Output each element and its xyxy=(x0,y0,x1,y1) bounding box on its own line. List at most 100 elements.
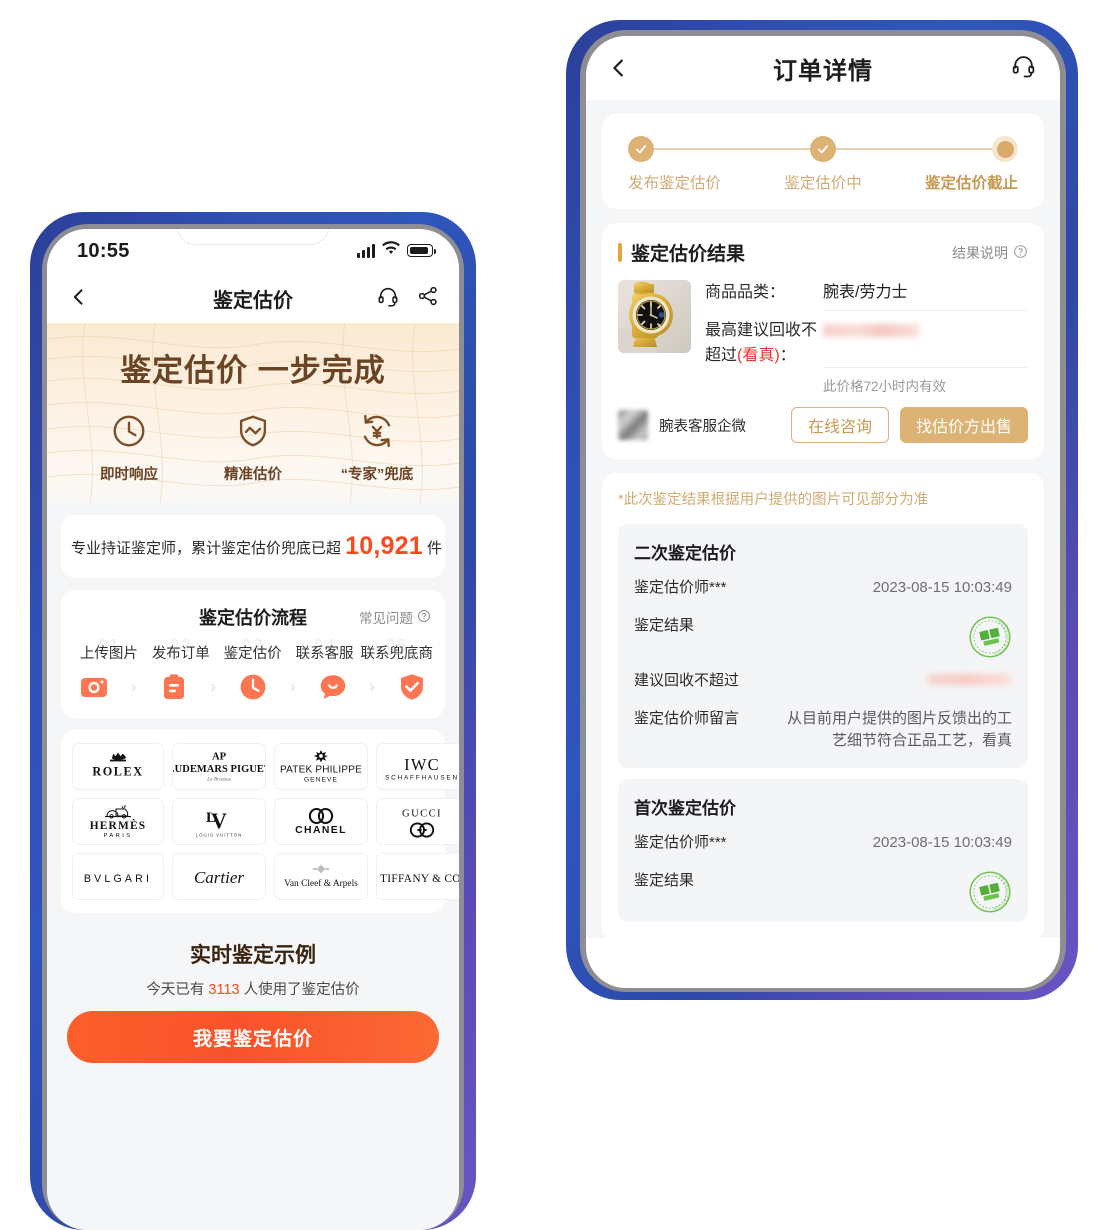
progress-step-3-dot xyxy=(992,136,1018,162)
brand-chanel[interactable]: CHANEL xyxy=(274,798,368,845)
share-icon[interactable] xyxy=(417,285,439,312)
svg-text:IDENTIFICATION: IDENTIFICATION xyxy=(993,874,1009,911)
brand-van-cleef-arpels[interactable]: Van Cleef & Arpels xyxy=(274,853,368,900)
appraisal-result-label: 鉴定结果 xyxy=(634,617,695,634)
progress-step-1-dot xyxy=(628,136,654,162)
progress-step-1-label: 发布鉴定估价 xyxy=(628,175,722,192)
appraisal-flow-card: 鉴定估价流程 常见问题 01 上传图片 02 发布订单 03 鉴定估价 04 联… xyxy=(61,590,445,718)
svg-text:Van Cleef & Arpels: Van Cleef & Arpels xyxy=(284,878,358,889)
wechat-qr-code[interactable] xyxy=(618,410,648,440)
flow-step: 01 上传图片 xyxy=(73,636,145,663)
result-explanation-link[interactable]: 结果说明 xyxy=(952,243,1028,263)
hero-feature-accurate: 精准估价 xyxy=(192,412,315,484)
chat-smile-icon[interactable] xyxy=(318,672,348,702)
svg-text:SCHAFFHAUSEN: SCHAFFHAUSEN xyxy=(385,774,459,781)
appraisal-result-card: 鉴定估价结果 结果说明 商品品类： 腕表/劳力士 最高建议回收不超过(看真)： … xyxy=(602,223,1044,459)
identification-stamp-green: IDENTIFICATION xyxy=(774,870,1012,914)
svg-text:HERMÈS: HERMÈS xyxy=(90,820,147,832)
progress-step-2-dot xyxy=(810,136,836,162)
shield-check-icon[interactable] xyxy=(397,672,427,702)
question-circle-icon xyxy=(417,609,431,626)
clipboard-icon[interactable] xyxy=(159,672,189,702)
appraiser-name-label: 鉴定估价师*** xyxy=(634,834,727,851)
chevron-left-icon[interactable] xyxy=(69,287,91,309)
progress-step-2-label: 鉴定估价中 xyxy=(784,175,862,192)
svg-text:BVLGARI: BVLGARI xyxy=(84,873,152,885)
flow-step-label: 上传图片 xyxy=(79,646,138,662)
appraisal-timestamp: 2023-08-15 10:03:49 xyxy=(872,579,1012,596)
hero-feature-label: “专家”兜底 xyxy=(340,467,414,483)
cellular-bars-icon xyxy=(357,243,375,258)
brand-tiffany[interactable]: TIFFANY & CO. xyxy=(376,853,459,900)
hero-feature-label: 即时响应 xyxy=(100,467,158,483)
clock-icon xyxy=(110,415,148,454)
flow-step: 04 联系客服 xyxy=(289,636,361,663)
brand-gucci[interactable]: GUCCI xyxy=(376,798,459,845)
appraisal-timestamp: 2023-08-15 10:03:49 xyxy=(872,834,1012,851)
svg-text:PATEK PHILIPPE: PATEK PHILIPPE xyxy=(280,764,362,775)
appraisal-block-first: 首次鉴定估价 鉴定估价师*** 2023-08-15 10:03:49 鉴定结果 xyxy=(618,779,1028,922)
wifi-icon xyxy=(382,241,400,260)
flow-step: 03 鉴定估价 xyxy=(217,636,289,663)
headset-icon[interactable] xyxy=(1011,53,1036,83)
svg-text:Cartier: Cartier xyxy=(194,868,244,887)
headset-icon[interactable] xyxy=(377,285,399,312)
flow-step: 05 联系兜底商 xyxy=(360,636,434,663)
faq-link[interactable]: 常见问题 xyxy=(359,607,431,627)
identification-stamp-green: IDENTIFICATION xyxy=(774,615,1012,659)
suggested-recycle-masked xyxy=(774,670,1012,692)
product-thumbnail[interactable] xyxy=(618,280,691,353)
hero-feature-label: 精准估价 xyxy=(224,467,282,483)
find-appraiser-sell-button[interactable]: 找估价方出售 xyxy=(899,407,1028,443)
appraiser-stat-card: 专业持证鉴定师，累计鉴定估价兜底已超 10,921 件 xyxy=(61,515,445,578)
price-validity-note: 此价格72小时内有效 xyxy=(823,379,947,394)
brand-iwc[interactable]: IWC SCHAFFHAUSEN xyxy=(376,743,459,790)
battery-icon xyxy=(407,244,436,257)
notch xyxy=(177,229,329,245)
online-consult-button[interactable]: 在线咨询 xyxy=(790,407,889,443)
stat-prefix: 专业持证鉴定师，累计鉴定估价兜底已超 xyxy=(71,540,346,557)
hero-banner: 鉴定估价 一步完成 即时响应 精准估价 “专家”兜底 xyxy=(47,323,459,503)
stat-suffix: 件 xyxy=(422,540,443,557)
live-title: 实时鉴定示例 xyxy=(190,944,316,967)
progress-step-3-label: 鉴定估价截止 xyxy=(924,175,1018,192)
home-scroll-area[interactable]: 鉴定估价 一步完成 即时响应 精准估价 “专家”兜底 专业持证鉴定师，累计鉴定估… xyxy=(47,323,459,1230)
appraiser-message-label: 鉴定估价师留言 xyxy=(634,710,740,727)
appraisal-history-card: *此次鉴定结果根据用户提供的图片可见部分为准 二次鉴定估价 鉴定估价师*** 2… xyxy=(602,473,1044,938)
brand-patek-philippe[interactable]: PATEK PHILIPPE GENEVE xyxy=(274,743,368,790)
wechat-contact-label: 腕表客服企微 xyxy=(659,418,746,435)
hero-feature-instant: 即时响应 xyxy=(68,412,191,484)
start-appraisal-button[interactable]: 我要鉴定估价 xyxy=(67,1011,439,1063)
appraisal-disclaimer: *此次鉴定结果根据用户提供的图片可见部分为准 xyxy=(618,492,929,508)
chevron-right-icon: › xyxy=(369,677,376,696)
flow-step: 02 发布订单 xyxy=(145,636,217,663)
brand-bvlgari[interactable]: BVLGARI xyxy=(72,853,164,900)
result-title: 鉴定估价结果 xyxy=(631,244,746,265)
brand-grid-card: ROLEX AP AUDEMARS PIGUET Le Brassus xyxy=(61,730,459,913)
flow-step-label: 联系客服 xyxy=(295,646,354,662)
camera-icon[interactable] xyxy=(79,672,109,702)
chevron-right-icon: › xyxy=(289,677,296,696)
chevron-right-icon: › xyxy=(210,677,217,696)
svg-text:PARIS: PARIS xyxy=(104,833,133,839)
max-recycle-label: 最高建议回收不超过(看真)： xyxy=(705,322,818,364)
brand-audemars-piguet[interactable]: AP AUDEMARS PIGUET Le Brassus xyxy=(172,743,266,790)
svg-text:ROLEX: ROLEX xyxy=(92,764,143,778)
order-detail-scroll[interactable]: 发布鉴定估价 鉴定估价中 鉴定估价截止 鉴定估价结果 结果说明 商品品类： 腕表… xyxy=(586,100,1060,938)
result-explanation-label: 结果说明 xyxy=(952,244,1008,261)
phone-right-screen: 订单详情 发布鉴定估价 鉴定估价中 鉴定估价截止 鉴定估价结果 结果说明 商品品… xyxy=(586,36,1060,988)
appraisal-block-title: 二次鉴定估价 xyxy=(634,544,736,563)
clock-filled-icon[interactable] xyxy=(238,672,268,702)
appraisal-block-second: 二次鉴定估价 鉴定估价师*** 2023-08-15 10:03:49 鉴定结果 xyxy=(618,524,1028,768)
brand-louis-vuitton[interactable]: V L LOUIS VUITTON xyxy=(172,798,266,845)
brand-hermes[interactable]: HERMÈS PARIS xyxy=(72,798,164,845)
status-time: 10:55 xyxy=(77,240,130,262)
svg-text:GENEVE: GENEVE xyxy=(304,776,338,783)
svg-text:Le Brassus: Le Brassus xyxy=(206,776,231,782)
chevron-left-icon[interactable] xyxy=(608,57,630,79)
screenshot-canvas: 订单详情 发布鉴定估价 鉴定估价中 鉴定估价截止 鉴定估价结果 结果说明 商品品… xyxy=(0,0,1096,1230)
brand-rolex[interactable]: ROLEX xyxy=(72,743,164,790)
brand-cartier[interactable]: Cartier xyxy=(172,853,266,900)
svg-text:LOUIS VUITTON: LOUIS VUITTON xyxy=(196,832,243,837)
flow-step-label: 联系兜底商 xyxy=(360,646,434,662)
